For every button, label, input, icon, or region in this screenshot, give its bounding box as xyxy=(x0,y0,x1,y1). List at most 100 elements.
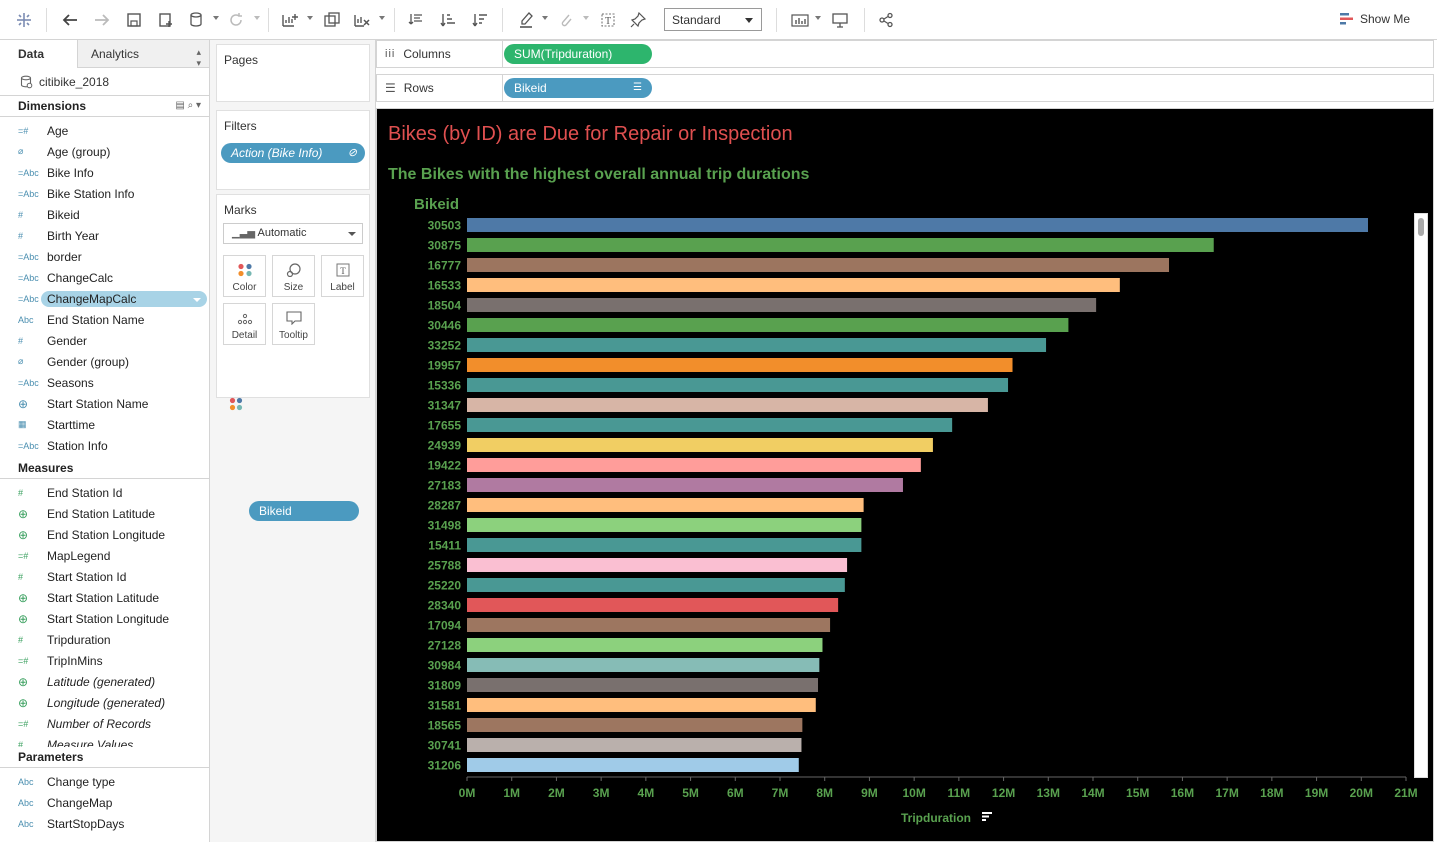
rows-pill[interactable]: Bikeid ☰ xyxy=(504,78,652,98)
field-item[interactable]: =Abc Seasons xyxy=(0,372,209,393)
field-label-text: End Station Name xyxy=(47,312,145,327)
share-icon[interactable] xyxy=(874,8,898,32)
show-cards-icon[interactable] xyxy=(788,8,812,32)
field-item[interactable]: ⊕ End Station Longitude xyxy=(0,524,209,545)
y-tick-label: 30741 xyxy=(428,739,462,753)
columns-icon: iii xyxy=(385,48,396,60)
field-item[interactable]: =# Age xyxy=(0,120,209,141)
clear-sheet-icon[interactable] xyxy=(350,8,374,32)
sort-ascending-icon[interactable] xyxy=(436,8,460,32)
filter-pill[interactable]: Action (Bike Info) ⊘ xyxy=(221,143,365,163)
field-label-text: Gender xyxy=(47,333,88,348)
field-item[interactable]: ⊕ Latitude (generated) xyxy=(0,671,209,692)
field-item[interactable]: =Abc Station Info xyxy=(0,435,209,456)
number-type-icon: =# xyxy=(18,125,29,136)
fit-select[interactable]: Standard xyxy=(664,8,762,31)
y-tick-label: 17094 xyxy=(428,619,462,633)
filters-card[interactable]: Filters Action (Bike Info) ⊘ xyxy=(216,110,370,190)
detail-button[interactable]: Detail xyxy=(223,303,266,345)
field-item[interactable]: =Abc ChangeCalc xyxy=(0,267,209,288)
field-item[interactable]: =# TripInMins xyxy=(0,650,209,671)
datasource-icon[interactable] xyxy=(186,8,206,32)
datasource-row[interactable]: citibike_2018 xyxy=(0,68,209,96)
field-item[interactable]: ⊕ Start Station Longitude xyxy=(0,608,209,629)
field-item[interactable]: Abc End Station Name xyxy=(0,309,209,330)
field-item[interactable]: # Start Station Id xyxy=(0,566,209,587)
field-item[interactable]: ⌀ Gender (group) xyxy=(0,351,209,372)
field-item[interactable]: ⊕ Longitude (generated) xyxy=(0,692,209,713)
field-item[interactable]: =Abc Bike Station Info xyxy=(0,183,209,204)
presentation-mode-icon[interactable] xyxy=(828,8,852,32)
field-item[interactable]: ▦ Starttime xyxy=(0,414,209,435)
pages-card[interactable]: Pages xyxy=(216,44,370,102)
show-cards-caret-icon[interactable] xyxy=(815,16,821,20)
toolbar-separator xyxy=(268,8,269,32)
field-item[interactable]: =Abc Bike Info xyxy=(0,162,209,183)
group-members-icon[interactable] xyxy=(556,8,576,32)
tableau-logo-icon[interactable] xyxy=(12,8,36,32)
viz-area: Bikes (by ID) are Due for Repair or Insp… xyxy=(376,108,1434,842)
new-datasource-icon[interactable] xyxy=(154,8,178,32)
save-icon[interactable] xyxy=(122,8,146,32)
field-label: Longitude (generated) xyxy=(47,696,165,710)
tooltip-button[interactable]: Tooltip xyxy=(272,303,315,345)
new-worksheet-caret-icon[interactable] xyxy=(307,16,313,20)
color-encoding-icon xyxy=(229,397,243,411)
field-item[interactable]: # Birth Year xyxy=(0,225,209,246)
tab-data[interactable]: Data xyxy=(0,40,78,68)
redo-icon[interactable] xyxy=(90,8,114,32)
field-item[interactable]: # Tripduration xyxy=(0,629,209,650)
field-item[interactable]: # End Station Id xyxy=(0,482,209,503)
refresh-icon[interactable] xyxy=(224,8,248,32)
mark-type-select[interactable]: ▁▃▅ Automatic xyxy=(223,223,363,244)
fix-axes-icon[interactable] xyxy=(626,8,650,32)
x-tick-label: 10M xyxy=(902,786,925,800)
bar-17655 xyxy=(467,418,953,432)
duplicate-icon[interactable] xyxy=(320,8,344,32)
show-mark-labels-icon[interactable]: T xyxy=(596,8,620,32)
y-tick-label: 18565 xyxy=(428,719,462,733)
marks-bikeid-pill[interactable]: Bikeid xyxy=(249,501,359,521)
marks-card[interactable]: Marks ▁▃▅ Automatic Color Size T Label D… xyxy=(216,194,370,521)
tab-analytics[interactable]: Analytics ▴ ▾ xyxy=(78,40,209,69)
field-item[interactable]: ⊕ End Station Latitude xyxy=(0,503,209,524)
field-item[interactable]: =Abc border xyxy=(0,246,209,267)
field-label-text: Birth Year xyxy=(47,228,100,243)
field-item[interactable]: ⌀ Age (group) xyxy=(0,141,209,162)
rows-shelf[interactable]: ☰ Rows Bikeid ☰ xyxy=(376,74,1434,102)
rows-shelf-label: ☰ Rows xyxy=(377,75,503,101)
x-axis-title: Tripduration xyxy=(901,811,971,825)
sort-descending-icon[interactable] xyxy=(468,8,492,32)
field-item[interactable]: Abc ChangeMap xyxy=(0,792,209,813)
field-item[interactable]: # Gender xyxy=(0,330,209,351)
highlight-icon[interactable] xyxy=(514,8,538,32)
show-me-button[interactable]: Show Me xyxy=(1340,12,1410,26)
clear-caret-icon[interactable] xyxy=(379,16,385,20)
highlight-caret-icon[interactable] xyxy=(542,16,548,20)
field-item[interactable]: =# Number of Records xyxy=(0,713,209,734)
vertical-scrollbar[interactable] xyxy=(1414,213,1428,778)
datasource-caret-icon[interactable] xyxy=(213,16,219,20)
columns-pill[interactable]: SUM(Tripduration) xyxy=(504,44,652,64)
scrollbar-thumb[interactable] xyxy=(1418,218,1424,236)
dimension-tools-icon[interactable]: ▤ ⌕ ▾ xyxy=(175,100,201,111)
y-tick-label: 30875 xyxy=(428,239,462,253)
new-worksheet-icon[interactable] xyxy=(278,8,302,32)
collapse-arrows-icon[interactable]: ▴ ▾ xyxy=(196,47,201,69)
refresh-caret-icon[interactable] xyxy=(254,16,260,20)
columns-shelf[interactable]: iii Columns SUM(Tripduration) xyxy=(376,40,1434,68)
swap-rows-columns-icon[interactable] xyxy=(404,8,428,32)
field-item[interactable]: ⊕ Start Station Latitude xyxy=(0,587,209,608)
field-item[interactable]: Abc StartStopDays xyxy=(0,813,209,834)
label-button[interactable]: T Label xyxy=(321,255,364,297)
field-item[interactable]: ⊕ Start Station Name xyxy=(0,393,209,414)
field-item[interactable]: # Bikeid xyxy=(0,204,209,225)
undo-icon[interactable] xyxy=(58,8,82,32)
size-button[interactable]: Size xyxy=(272,255,315,297)
field-item[interactable]: =Abc ChangeMapCalc xyxy=(0,288,209,309)
field-item[interactable]: =# MapLegend xyxy=(0,545,209,566)
field-item[interactable]: Abc Change type xyxy=(0,771,209,792)
color-button[interactable]: Color xyxy=(223,255,266,297)
chevron-down-icon[interactable] xyxy=(193,297,201,302)
group-caret-icon[interactable] xyxy=(583,16,589,20)
